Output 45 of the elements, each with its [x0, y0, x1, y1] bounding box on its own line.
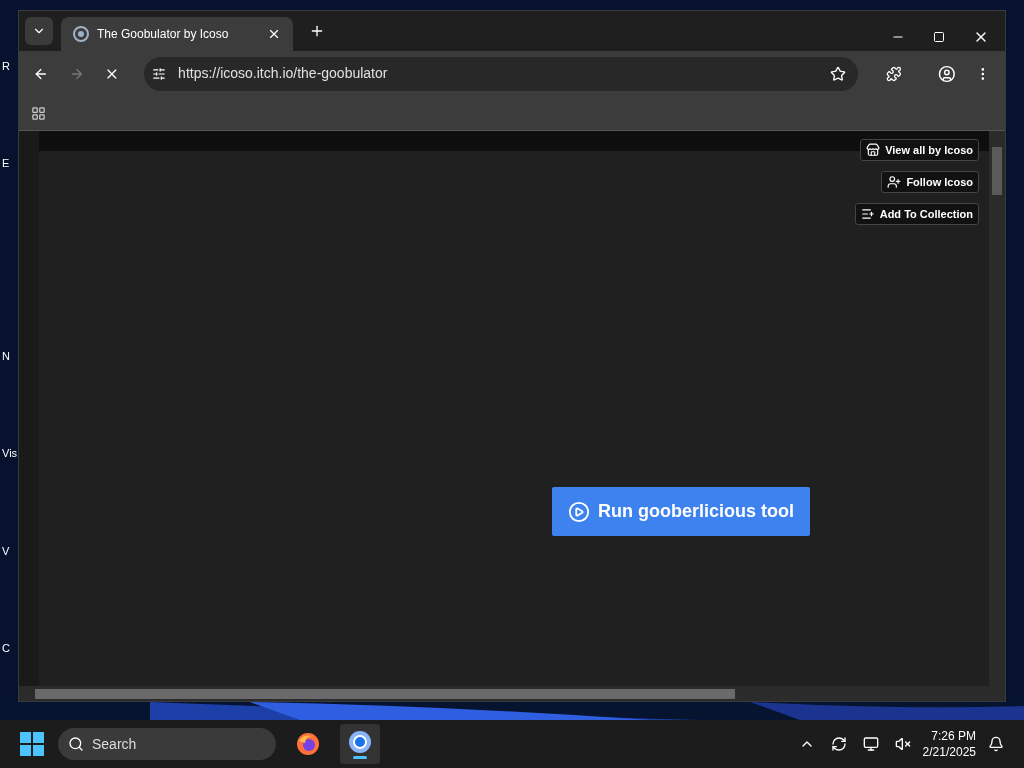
extensions-icon[interactable] — [885, 65, 902, 82]
site-settings-icon[interactable] — [152, 66, 167, 81]
store-icon — [866, 143, 881, 157]
run-tool-button[interactable]: Run gooberlicious tool — [552, 487, 810, 536]
taskbar-search-field[interactable]: Search — [58, 728, 276, 760]
globe-icon — [73, 26, 89, 42]
page-action-button[interactable]: Add To Collection — [854, 203, 979, 225]
clock-time[interactable]: 7:26 PM — [931, 728, 976, 744]
tab-title: The Goobulator by Icoso — [97, 26, 230, 43]
vertical-scrollbar[interactable] — [989, 131, 1005, 686]
play-icon — [568, 500, 590, 523]
close-icon[interactable] — [267, 27, 281, 41]
scrollbar-thumb[interactable] — [35, 688, 735, 699]
desktop-icon-label[interactable]: Vis — [2, 445, 18, 462]
page-action-button[interactable]: View all by Icoso — [860, 139, 979, 161]
desktop-icon-label[interactable]: E — [2, 155, 10, 172]
scrollbar-thumb[interactable] — [992, 147, 1002, 195]
tab-search-button[interactable] — [25, 17, 53, 45]
clock-date[interactable]: 2/21/2025 — [922, 744, 976, 760]
list-plus-icon — [860, 207, 875, 221]
notification-icon[interactable] — [988, 736, 1004, 752]
browser-icon — [348, 729, 372, 754]
new-tab-icon[interactable] — [309, 23, 325, 39]
url-text: https://icoso.itch.io/the-goobulator — [178, 64, 389, 83]
sync-icon[interactable] — [830, 736, 847, 752]
page-action-button[interactable]: Follow Icoso — [881, 171, 979, 193]
profile-icon[interactable] — [937, 64, 956, 83]
address-bar[interactable]: https://icoso.itch.io/the-goobulator — [144, 56, 858, 91]
search-icon — [68, 736, 84, 752]
user-plus-icon — [887, 175, 902, 189]
network-icon[interactable] — [862, 736, 879, 752]
desktop-icon-label[interactable]: C — [2, 640, 10, 657]
taskbar-app[interactable] — [340, 724, 380, 764]
desktop-icon-label[interactable]: R — [2, 58, 10, 75]
search-placeholder: Search — [92, 734, 137, 754]
desktop-icon-label[interactable]: V — [2, 543, 10, 560]
firefox-icon — [296, 732, 320, 756]
browser-tab[interactable]: The Goobulator by Icoso — [61, 17, 293, 51]
apps-icon[interactable] — [31, 105, 46, 121]
desktop-icon-label[interactable]: N — [2, 348, 10, 365]
maximize-icon[interactable] — [933, 31, 945, 43]
start-icon[interactable] — [20, 732, 44, 756]
bookmark-star-icon[interactable] — [829, 65, 846, 82]
horizontal-scrollbar[interactable] — [19, 686, 1005, 701]
muted-speaker-icon[interactable] — [894, 736, 911, 752]
